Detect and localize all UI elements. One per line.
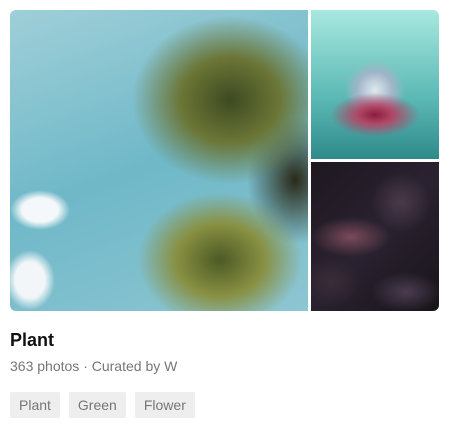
curator: Curated by W	[91, 358, 178, 374]
tag-plant[interactable]: Plant	[10, 392, 60, 418]
collection-title[interactable]: Plant	[10, 330, 54, 351]
photo-count: 363 photos	[10, 358, 80, 374]
separator: ·	[83, 358, 88, 374]
preview-photo-dark-leaves	[311, 162, 439, 311]
tag-green[interactable]: Green	[68, 392, 126, 418]
collection-meta: 363 photos · Curated by W	[10, 358, 177, 374]
preview-photo-palm-trees	[10, 10, 308, 311]
preview-photo-lotus-flower	[311, 10, 439, 159]
tag-list: Plant Green Flower	[10, 392, 195, 418]
tag-flower[interactable]: Flower	[134, 392, 195, 418]
collection-preview-link[interactable]	[10, 10, 439, 311]
